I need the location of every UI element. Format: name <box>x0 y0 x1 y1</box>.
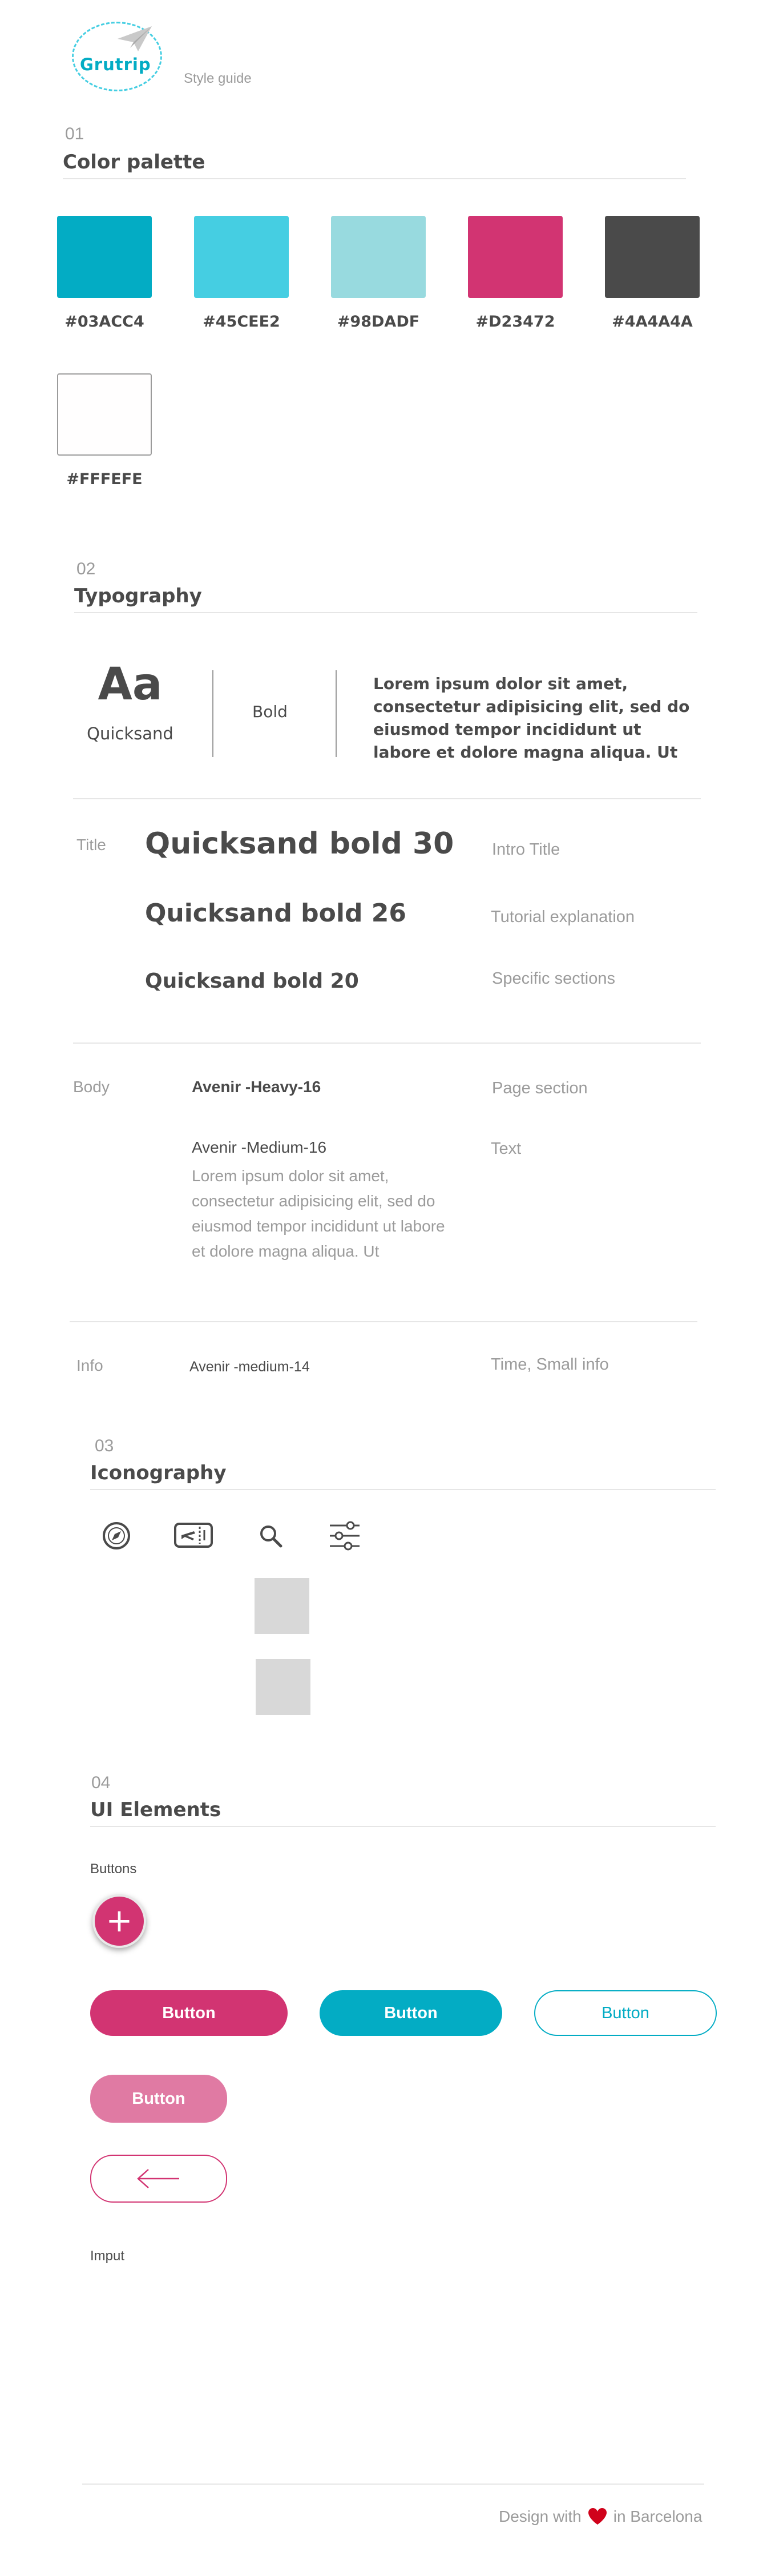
icon-placeholder <box>255 1578 309 1634</box>
light-primary-button[interactable]: Button <box>90 2075 227 2123</box>
title-sample-30: Quicksand bold 30 <box>145 827 454 861</box>
font-weight: Bold <box>252 702 288 721</box>
add-fab-button[interactable]: + <box>92 1894 146 1948</box>
section-divider <box>74 612 697 613</box>
body-heavy-sample: Avenir -Heavy-16 <box>192 1078 321 1096</box>
swatch-d23472 <box>468 216 563 298</box>
section-number: 04 <box>91 1773 111 1792</box>
buttons-label: Buttons <box>90 1861 137 1877</box>
title-usage-intro: Intro Title <box>492 840 560 859</box>
footer-prefix: Design with <box>499 2507 582 2525</box>
secondary-button[interactable]: Button <box>320 1990 502 2036</box>
title-sample-20: Quicksand bold 20 <box>145 969 359 993</box>
section-number: 02 <box>76 560 96 578</box>
section-number: 01 <box>65 124 84 143</box>
divider-vertical <box>212 670 213 757</box>
swatch-03acc4 <box>57 216 152 298</box>
page-subtitle: Style guide <box>184 71 252 86</box>
section-divider <box>63 178 686 179</box>
swatch-label: #98DADF <box>337 313 420 331</box>
type-sample-glyph: Aa <box>98 659 163 710</box>
footer-divider <box>82 2484 704 2485</box>
body-medium-usage: Text <box>491 1140 522 1158</box>
title-sample-26: Quicksand bold 26 <box>145 899 407 928</box>
swatch-label: #45CEE2 <box>203 313 280 331</box>
plus-icon: + <box>106 1902 133 1939</box>
body-heavy-usage: Page section <box>492 1079 588 1097</box>
info-usage: Time, Small info <box>491 1355 609 1374</box>
section-divider <box>90 1489 716 1490</box>
swatch-4a4a4a <box>605 216 700 298</box>
boarding-pass-icon <box>174 1523 213 1548</box>
arrow-left-icon <box>137 2169 179 2188</box>
title-label: Title <box>76 836 106 854</box>
compass-icon <box>103 1522 130 1549</box>
title-usage-tutorial: Tutorial explanation <box>491 908 635 926</box>
lorem-bold-sample: Lorem ipsum dolor sit amet, consectetur … <box>373 674 690 762</box>
section-title: Typography <box>74 585 202 607</box>
section-title: Iconography <box>90 1462 227 1484</box>
font-name: Quicksand <box>87 724 173 743</box>
logo-text: Grutrip <box>80 55 151 74</box>
input-label: Imput <box>90 2248 125 2264</box>
section-title: UI Elements <box>90 1798 221 1821</box>
heart-icon <box>588 2508 607 2525</box>
section-title: Color palette <box>63 151 205 174</box>
filter-sliders-icon <box>330 1521 360 1551</box>
swatch-label: #4A4A4A <box>612 313 693 331</box>
body-lorem-sample: Lorem ipsum dolor sit amet, consectetur … <box>192 1167 445 1260</box>
divider-vertical <box>336 670 337 757</box>
swatch-45cee2 <box>194 216 289 298</box>
swatch-fffefe <box>57 373 152 456</box>
paper-plane-icon <box>118 26 152 51</box>
info-label: Info <box>76 1357 103 1374</box>
section-divider <box>73 1043 701 1044</box>
primary-button[interactable]: Button <box>90 1990 288 2036</box>
section-divider <box>70 1321 697 1322</box>
grutrip-logo: Grutrip <box>71 21 168 95</box>
swatch-label: #03ACC4 <box>64 313 144 331</box>
swatch-label: #D23472 <box>475 313 555 331</box>
body-label: Body <box>73 1078 110 1096</box>
swatch-label: #FFFEFE <box>66 470 143 488</box>
title-usage-specific: Specific sections <box>492 969 615 988</box>
section-number: 03 <box>95 1436 114 1455</box>
back-button[interactable] <box>90 2155 227 2203</box>
icon-placeholder <box>256 1659 310 1715</box>
search-icon <box>260 1526 282 1548</box>
section-divider <box>73 798 701 799</box>
swatch-98dadf <box>331 216 426 298</box>
info-sample: Avenir -medium-14 <box>189 1359 310 1375</box>
footer-credit: Design with in Barcelona <box>499 2507 702 2526</box>
footer-suffix: in Barcelona <box>613 2507 703 2525</box>
outline-button[interactable]: Button <box>534 1990 717 2036</box>
section-divider <box>90 1826 716 1827</box>
body-medium-sample: Avenir -Medium-16 <box>192 1138 327 1156</box>
